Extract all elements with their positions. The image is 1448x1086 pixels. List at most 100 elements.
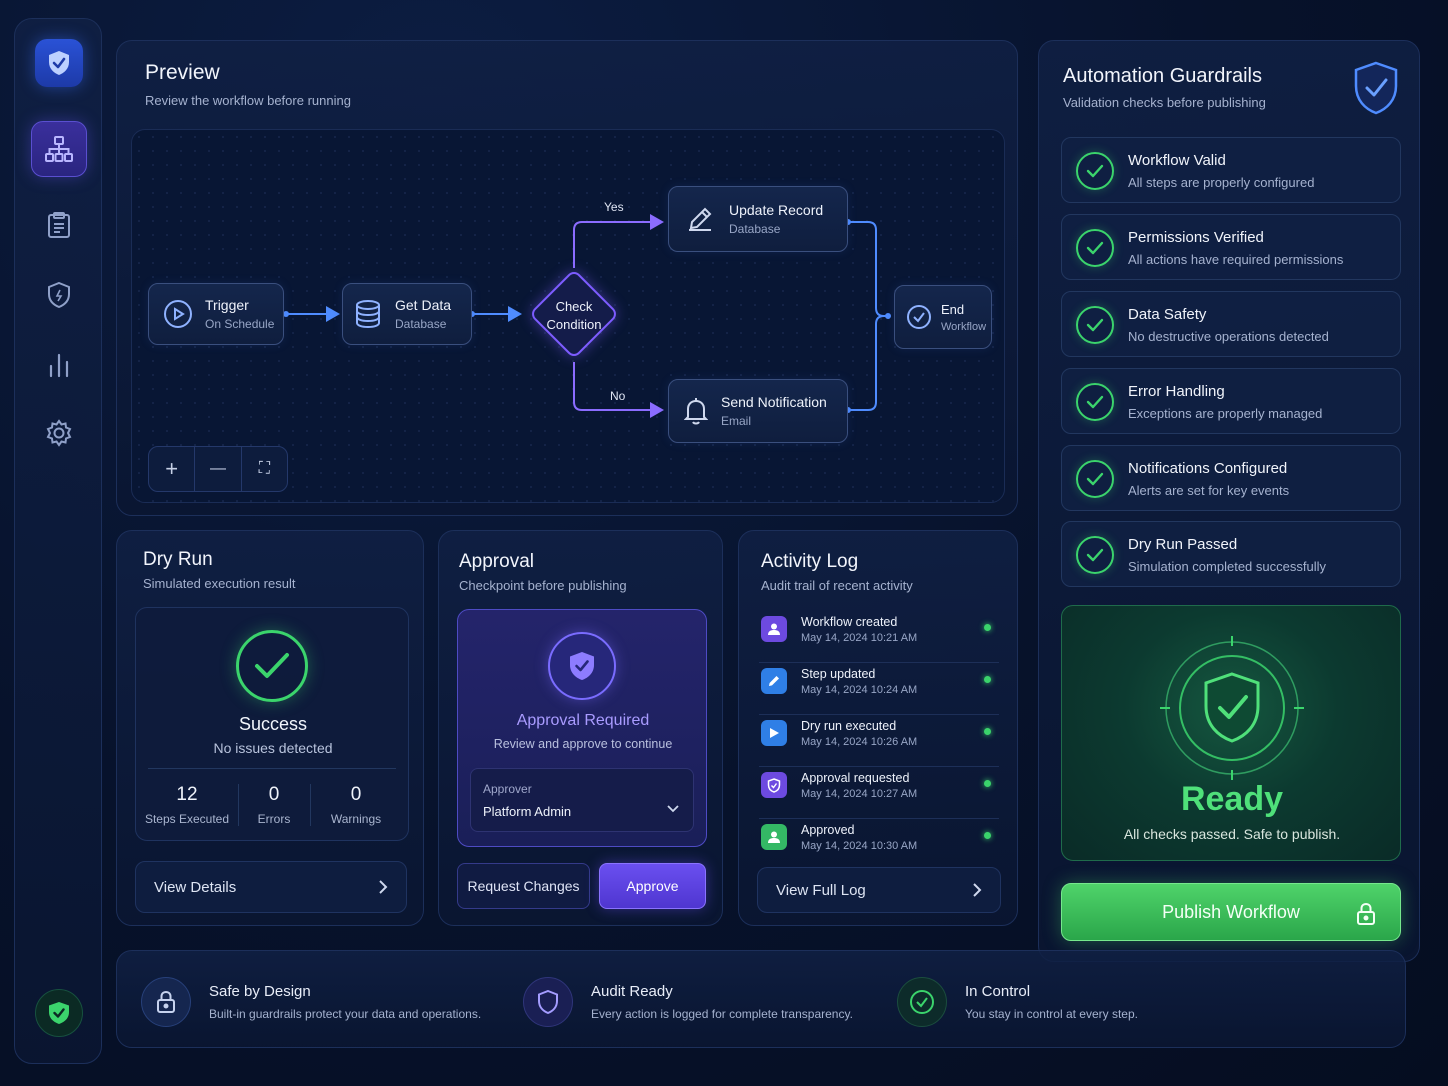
check-circle-icon xyxy=(907,305,931,329)
user-icon xyxy=(761,616,787,642)
stat-steps: 12 Steps Executed xyxy=(142,784,232,826)
app-logo[interactable] xyxy=(35,39,83,87)
feature-title: Audit Ready xyxy=(591,983,673,1000)
activity-log-panel: Activity Log Audit trail of recent activ… xyxy=(738,530,1018,926)
approval-shield-icon xyxy=(548,632,616,700)
stat-warnings-label: Warnings xyxy=(330,812,382,826)
approval-required-card: Approval Required Review and approve to … xyxy=(457,609,707,847)
zoom-out-button[interactable]: — xyxy=(195,447,242,491)
node-update-record[interactable]: Update Record Database xyxy=(668,186,848,252)
node-end[interactable]: End Workflow xyxy=(894,285,992,349)
log-entry: Workflow created May 14, 2024 10:21 AM xyxy=(759,611,999,663)
check-data-safety: Data Safety No destructive operations de… xyxy=(1061,291,1401,357)
node-send-notification[interactable]: Send Notification Email xyxy=(668,379,848,443)
check-title: Error Handling xyxy=(1128,383,1225,400)
stat-errors-label: Errors xyxy=(257,812,291,826)
activity-subtitle: Audit trail of recent activity xyxy=(761,578,913,593)
log-entry-date: May 14, 2024 10:30 AM xyxy=(801,840,918,852)
check-sub: Simulation completed successfully xyxy=(1128,559,1326,574)
log-entry-title: Approval requested xyxy=(801,771,910,785)
approval-subtitle: Checkpoint before publishing xyxy=(459,578,627,593)
view-details-label: View Details xyxy=(154,878,237,896)
log-entry-date: May 14, 2024 10:24 AM xyxy=(801,684,918,696)
node-check-line2: Condition xyxy=(546,317,602,332)
lock-icon xyxy=(141,977,191,1027)
node-check-condition[interactable]: Check Condition xyxy=(528,268,620,360)
play-circle-icon xyxy=(164,300,192,328)
log-entry-title: Workflow created xyxy=(801,615,898,629)
feature-title: In Control xyxy=(965,983,1031,1000)
check-icon xyxy=(1076,460,1114,498)
sidebar-item-analytics[interactable] xyxy=(31,337,87,393)
node-trigger-sub: On Schedule xyxy=(205,317,275,331)
check-title: Dry Run Passed xyxy=(1128,536,1238,553)
workflow-canvas[interactable]: Yes No Trigger On Schedule Get Data Data… xyxy=(131,129,1005,503)
play-icon xyxy=(761,720,787,746)
approver-select[interactable]: Approver Platform Admin xyxy=(470,768,694,832)
check-workflow-valid: Workflow Valid All steps are properly co… xyxy=(1061,137,1401,203)
publish-workflow-button[interactable]: Publish Workflow xyxy=(1061,883,1401,941)
user-check-icon xyxy=(761,824,787,850)
shield-check-icon xyxy=(761,772,787,798)
zoom-in-button[interactable]: + xyxy=(149,447,196,491)
feature-in-control: In Control You stay in control at every … xyxy=(897,977,1237,1027)
pencil-icon xyxy=(761,668,787,694)
check-title: Workflow Valid xyxy=(1128,152,1226,169)
dry-run-title: Dry Run xyxy=(143,549,213,570)
stat-steps-value: 12 xyxy=(176,784,198,805)
fit-view-button[interactable]: ⛶ xyxy=(242,447,287,491)
feature-safe-by-design: Safe by Design Built-in guardrails prote… xyxy=(141,977,521,1027)
check-sub: Exceptions are properly managed xyxy=(1128,406,1323,421)
pencil-icon xyxy=(689,207,712,231)
shield-check-icon xyxy=(1354,61,1398,115)
sidebar-item-settings[interactable] xyxy=(31,405,87,461)
status-dot xyxy=(984,728,991,735)
node-trigger[interactable]: Trigger On Schedule xyxy=(148,283,284,345)
check-title: Data Safety xyxy=(1128,306,1207,323)
log-entry-title: Dry run executed xyxy=(801,719,897,733)
log-entry-date: May 14, 2024 10:21 AM xyxy=(801,632,918,644)
check-icon xyxy=(1076,306,1114,344)
check-icon xyxy=(1076,229,1114,267)
check-title: Notifications Configured xyxy=(1128,460,1288,477)
feature-audit-ready: Audit Ready Every action is logged for c… xyxy=(523,977,903,1027)
check-title: Permissions Verified xyxy=(1128,229,1264,246)
database-icon xyxy=(356,300,380,329)
check-sub: All steps are properly configured xyxy=(1128,175,1315,190)
status-dot xyxy=(984,832,991,839)
check-sub: No destructive operations detected xyxy=(1128,329,1329,344)
dry-run-result-card: Success No issues detected 12 Steps Exec… xyxy=(135,607,409,841)
chevron-right-icon xyxy=(973,883,982,897)
preview-title: Preview xyxy=(145,61,220,84)
log-entry: Approval requested May 14, 2024 10:27 AM xyxy=(759,767,999,819)
feature-sub: Every action is logged for complete tran… xyxy=(591,1007,853,1021)
node-end-title: End xyxy=(941,301,965,317)
check-circle-icon xyxy=(897,977,947,1027)
sidebar-item-workflows[interactable] xyxy=(31,121,87,177)
status-dot xyxy=(984,780,991,787)
node-update-sub: Database xyxy=(729,222,781,236)
check-icon xyxy=(1076,152,1114,190)
node-get-data[interactable]: Get Data Database xyxy=(342,283,472,345)
check-icon xyxy=(1076,383,1114,421)
sidebar-item-tasks[interactable] xyxy=(31,197,87,253)
request-changes-button[interactable]: Request Changes xyxy=(457,863,590,909)
feature-title: Safe by Design xyxy=(209,983,311,1000)
stat-warnings-value: 0 xyxy=(350,784,362,805)
view-full-log-label: View Full Log xyxy=(776,881,866,899)
security-status-button[interactable] xyxy=(35,989,83,1037)
approval-title: Approval xyxy=(459,551,534,572)
sidebar-item-security[interactable] xyxy=(31,267,87,323)
guardrails-subtitle: Validation checks before publishing xyxy=(1063,95,1266,110)
approve-button[interactable]: Approve xyxy=(599,863,706,909)
approver-label: Approver xyxy=(483,782,532,796)
shield-check-icon xyxy=(49,1002,69,1024)
guardrails-panel: Automation Guardrails Validation checks … xyxy=(1038,40,1420,962)
view-full-log-link[interactable]: View Full Log xyxy=(757,867,1001,913)
bar-chart-icon xyxy=(49,353,69,378)
success-check-icon xyxy=(236,630,308,702)
no-label: No xyxy=(610,389,626,403)
approval-required-title: Approval Required xyxy=(516,712,650,729)
dry-run-stats: 12 Steps Executed 0 Errors 0 Warnings xyxy=(136,784,410,830)
view-details-link[interactable]: View Details xyxy=(135,861,407,913)
